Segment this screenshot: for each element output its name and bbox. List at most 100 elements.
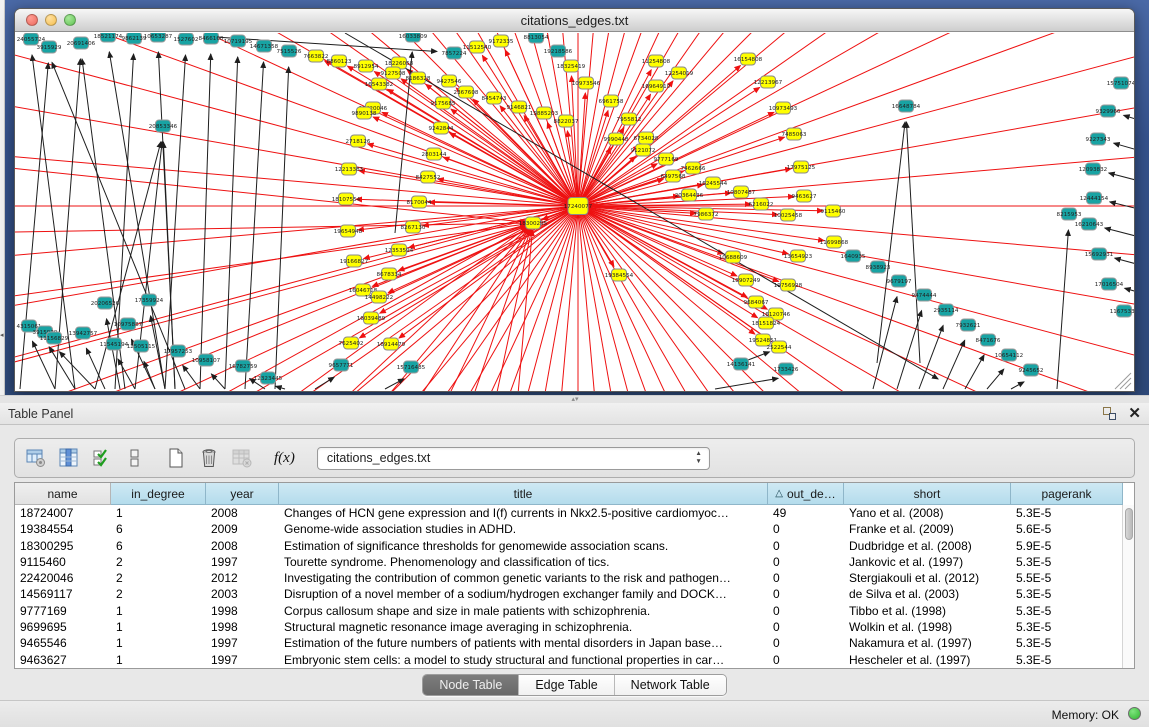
cell-in_degree[interactable]: 1 [111,652,206,668]
scrollbar-thumb[interactable] [1125,508,1133,540]
graph-node[interactable]: 12353594 [385,244,414,256]
red-edge[interactable] [15,229,530,391]
resize-grip-icon[interactable] [1125,383,1131,389]
graph-node[interactable]: 6734028 [634,132,659,144]
graph-node[interactable]: 11699868 [820,236,849,248]
graph-node[interactable]: 8938923 [866,261,891,273]
table-row[interactable]: 911546021997Tourette syndrome. Phenomeno… [15,554,1134,570]
graph-node[interactable]: 16245544 [699,177,728,189]
cell-name[interactable]: 14569117 [15,586,111,602]
graph-node[interactable]: 16782759 [229,360,258,372]
cell-title[interactable]: Disruption of a novel member of a sodium… [279,586,768,602]
graph-node[interactable]: 8471676 [976,334,1001,346]
red-edge[interactable] [15,229,529,391]
black-edge[interactable] [95,142,161,389]
cell-pagerank[interactable]: 5.6E-5 [1011,521,1123,537]
graph-node[interactable]: 9175685 [431,97,456,109]
graph-node[interactable]: 11512540 [463,41,492,53]
cell-out_degree[interactable]: 0 [768,554,844,570]
cell-pagerank[interactable]: 5.9E-5 [1011,538,1123,554]
function-builder-icon[interactable]: f(x) [274,450,295,467]
graph-node[interactable]: 11675333 [1110,305,1134,317]
graph-node[interactable]: 14671358 [250,40,279,52]
cell-name[interactable]: 9463627 [15,652,111,668]
black-edge[interactable] [144,361,155,389]
graph-node[interactable]: 11254808 [642,55,671,67]
cell-out_degree[interactable]: 0 [768,521,844,537]
cell-name[interactable]: 18300295 [15,538,111,554]
graph-node[interactable]: 9146821 [507,101,532,113]
cell-year[interactable]: 2003 [206,586,279,602]
table-row[interactable]: 969969511998Structural magnetic resonanc… [15,619,1134,635]
delete-table-icon[interactable] [229,445,255,471]
graph-node[interactable]: 11545194 [100,338,129,350]
graph-node[interactable]: 9474444 [912,289,937,301]
graph-node[interactable]: 10958107 [192,354,221,366]
cell-title[interactable]: Estimation of significance thresholds fo… [279,538,768,554]
graph-node[interactable]: 17975125 [787,161,816,173]
resize-grip-icon[interactable] [1120,378,1131,389]
red-edge[interactable] [15,225,526,391]
row-height-icon[interactable] [122,445,148,471]
column-header-title[interactable]: title [279,483,768,505]
cell-title[interactable]: Genome-wide association studies in ADHD. [279,521,768,537]
graph-node[interactable]: 17016504 [1095,278,1124,290]
black-edge[interactable] [32,341,55,389]
red-edge[interactable] [578,206,1127,391]
zoom-window-button[interactable] [64,14,76,26]
cell-year[interactable]: 2008 [206,538,279,554]
cell-title[interactable]: Tourette syndrome. Phenomenology and cla… [279,554,768,570]
cell-short[interactable]: Nakamura et al. (1997) [844,635,1011,651]
graph-node[interactable]: 10807487 [727,186,756,198]
graph-node[interactable]: 20206526 [91,297,120,309]
graph-node[interactable]: 15692931 [1085,248,1114,260]
cell-in_degree[interactable]: 6 [111,521,206,537]
cell-out_degree[interactable]: 0 [768,619,844,635]
graph-node[interactable]: 10973546 [572,77,601,89]
red-edge[interactable] [15,226,527,391]
column-header-out_degree[interactable]: △out_de… [768,483,844,505]
graph-node[interactable]: 13942757 [69,327,98,339]
cell-name[interactable]: 22420046 [15,570,111,586]
cell-year[interactable]: 1998 [206,619,279,635]
graph-node[interactable]: 16210643 [1075,218,1104,230]
graph-node[interactable]: 18325419 [557,60,586,72]
graph-node[interactable]: 2935114 [934,304,959,316]
graph-node[interactable]: 12093832 [1079,163,1107,175]
graph-node[interactable]: 12505115 [127,340,156,352]
cell-short[interactable]: Yano et al. (2008) [844,505,1011,521]
show-column-icon[interactable] [56,445,82,471]
graph-node[interactable]: 13654923 [784,250,813,262]
graph-node[interactable]: 7625402 [339,337,364,349]
cell-in_degree[interactable]: 1 [111,635,206,651]
black-edge[interactable] [1011,382,1024,389]
tab-node-table[interactable]: Node Table [423,675,519,695]
table-row[interactable]: 1872400712008Changes of HCN gene express… [15,505,1134,521]
black-edge[interactable] [906,122,920,363]
graph-node[interactable]: 7932621 [956,319,981,331]
cell-in_degree[interactable]: 1 [111,505,206,521]
graph-node[interactable]: 20364436 [675,189,704,201]
graph-node[interactable]: 8912954 [354,60,379,72]
cell-in_degree[interactable]: 1 [111,619,206,635]
black-edge[interactable] [245,62,264,389]
red-edge[interactable] [578,206,1134,319]
black-edge[interactable] [211,374,225,389]
tab-network-table[interactable]: Network Table [615,675,726,695]
network-window-titlebar[interactable]: citations_edges.txt [15,9,1134,32]
cell-year[interactable]: 1997 [206,635,279,651]
graph-node[interactable]: 12213967 [754,76,783,88]
black-edge[interactable] [1057,230,1068,389]
cell-short[interactable]: Stergiakouli et al. (2012) [844,570,1011,586]
graph-node[interactable]: 16039489 [357,312,386,324]
column-header-in_degree[interactable]: in_degree [111,483,206,505]
tab-edge-table[interactable]: Edge Table [519,675,614,695]
graph-node[interactable]: 2803144 [422,148,447,160]
cell-short[interactable]: Franke et al. (2009) [844,521,1011,537]
black-edge[interactable] [987,369,1004,389]
select-rows-icon[interactable] [89,445,115,471]
table-settings-icon[interactable] [23,445,49,471]
column-header-year[interactable]: year [206,483,279,505]
table-row[interactable]: 977716911998Corpus callosum shape and si… [15,603,1134,619]
red-edge[interactable] [578,81,673,206]
